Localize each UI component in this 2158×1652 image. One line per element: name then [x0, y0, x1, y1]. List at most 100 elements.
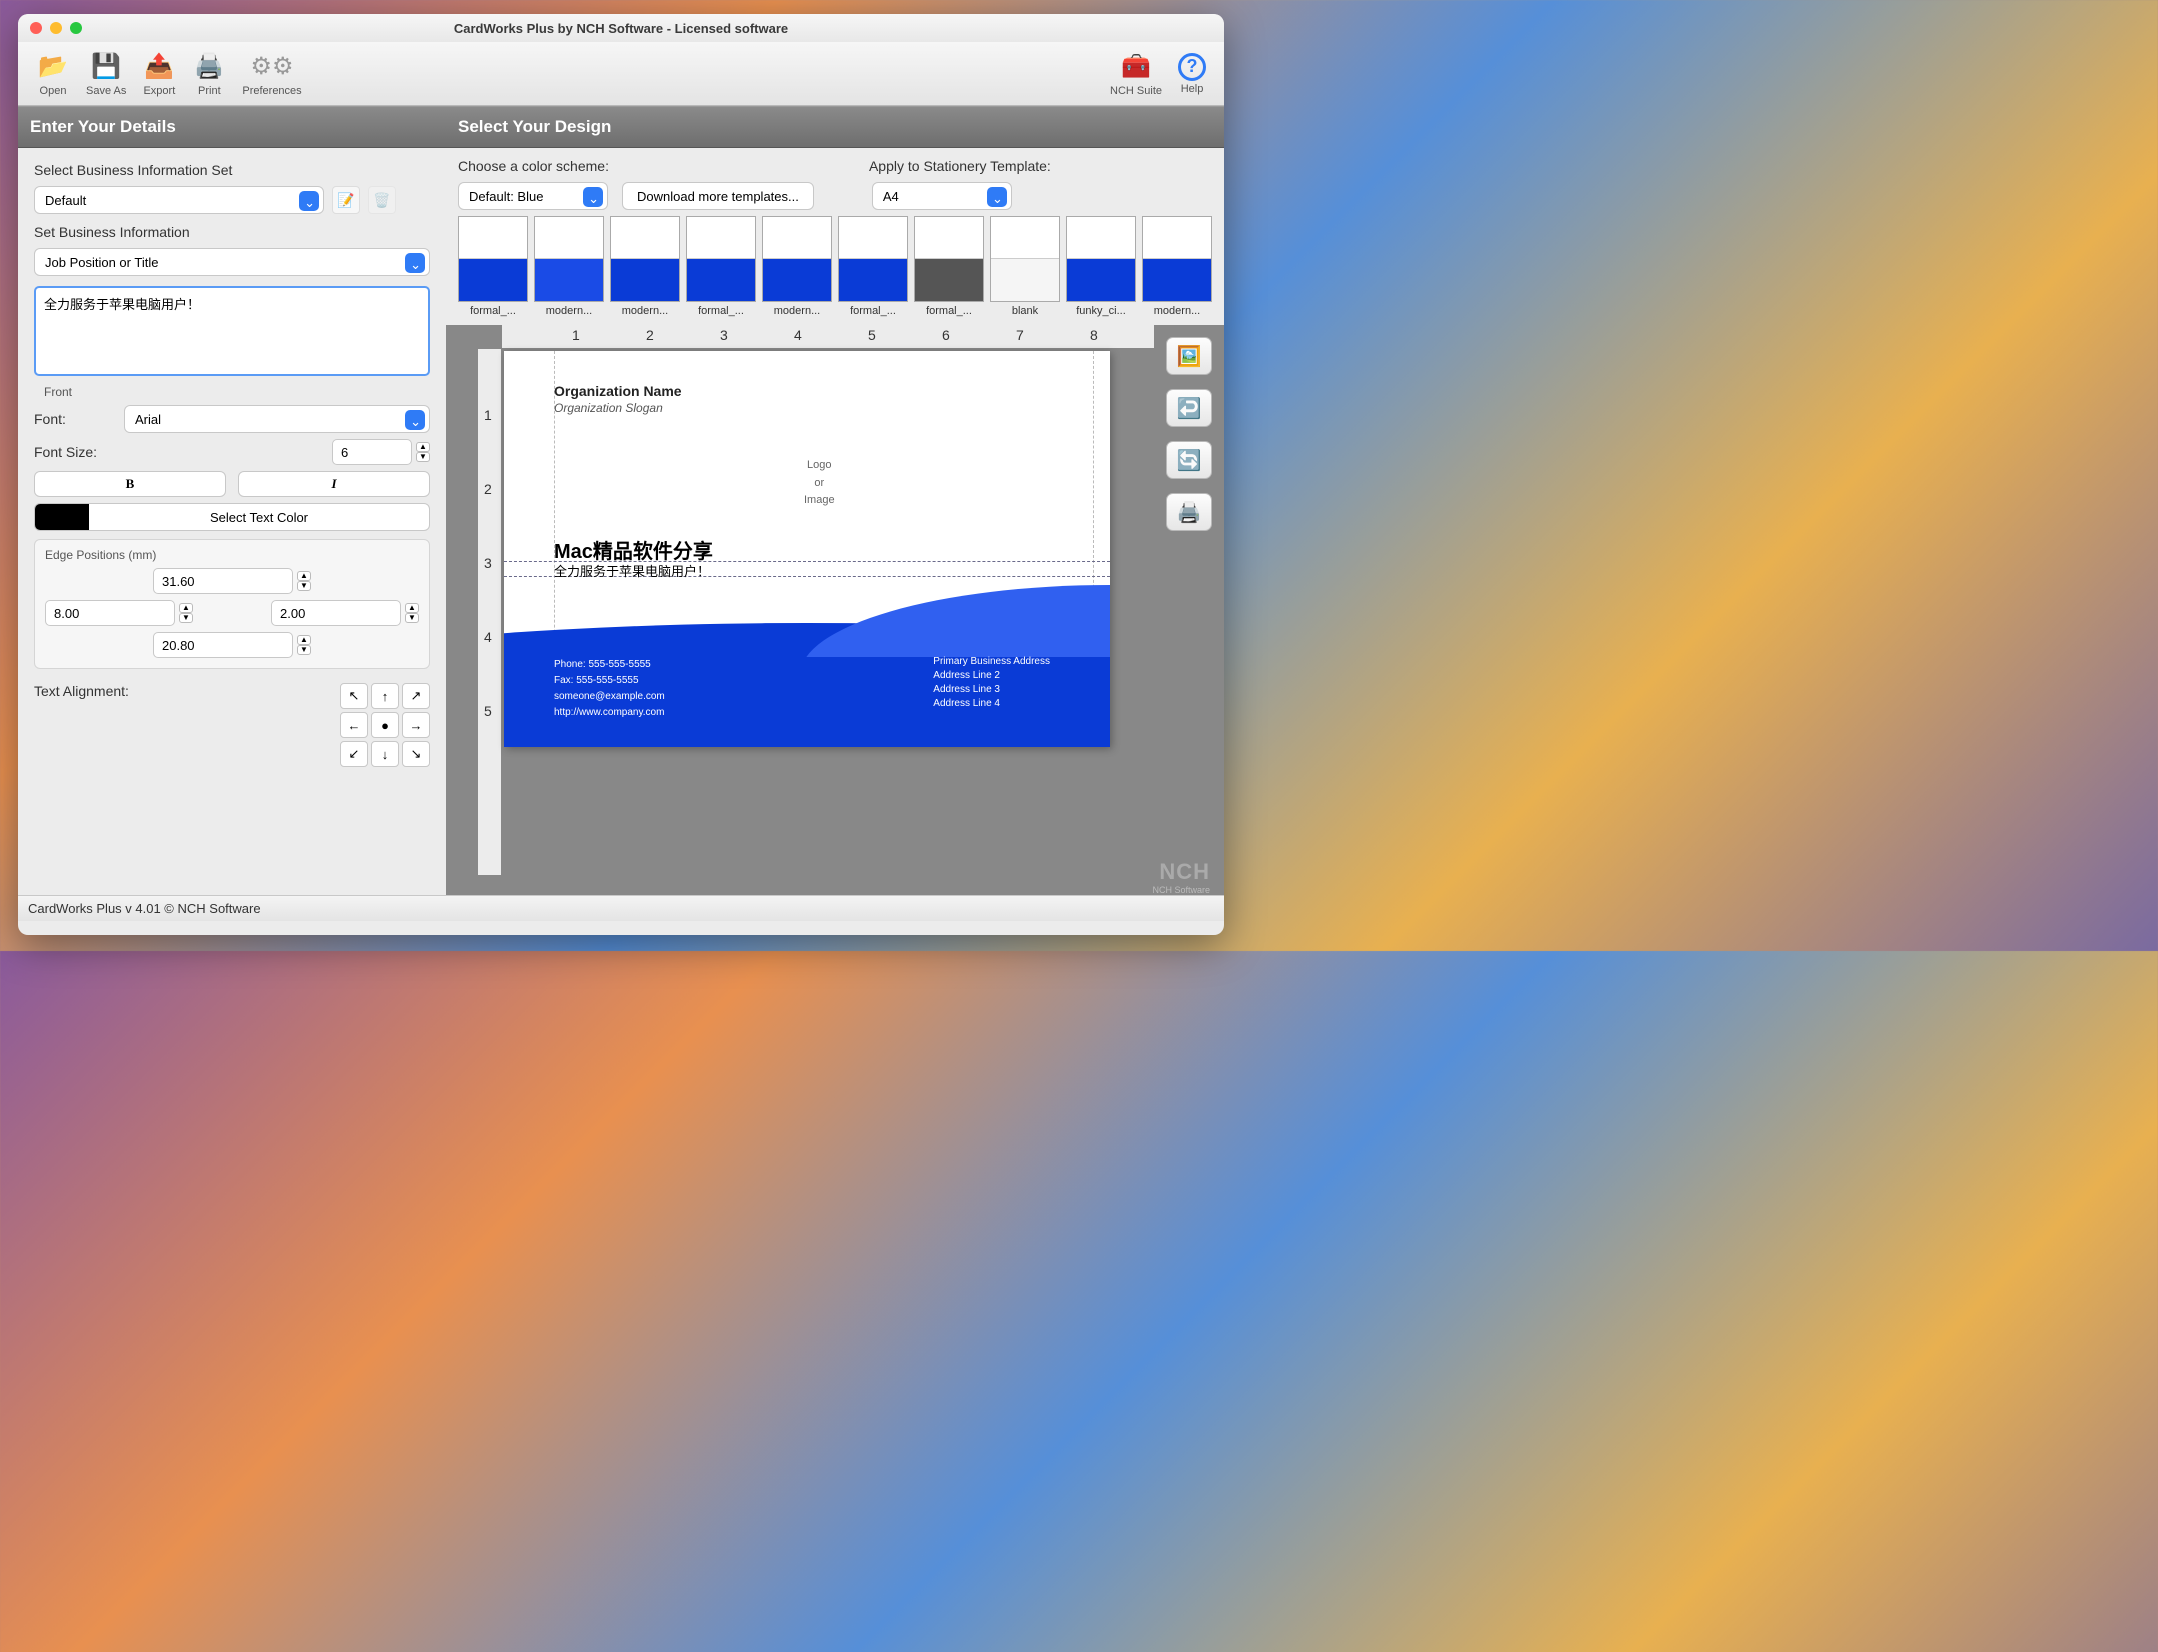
color-scheme-label: Choose a color scheme: — [458, 158, 609, 174]
color-swatch — [35, 504, 89, 530]
chevron-down-icon: ⌄ — [410, 414, 421, 430]
print-preview-button[interactable]: 🖨️ — [1166, 493, 1212, 531]
chevron-down-icon: ⌄ — [992, 191, 1003, 207]
template-thumbnails: formal_...modern...modern...formal_...mo… — [458, 216, 1212, 317]
saveas-button[interactable]: 💾 Save As — [78, 51, 134, 97]
slogan-selected[interactable]: 全力服务于苹果电脑用户！ — [554, 561, 710, 580]
main-title[interactable]: Mac精品软件分享 — [554, 535, 713, 564]
org-slogan[interactable]: Organization Slogan — [554, 401, 663, 415]
edge-positions-group: Edge Positions (mm) ▲▼ ▲▼ ▲▼ ▲▼ — [34, 539, 430, 669]
align-ml[interactable]: ← — [340, 712, 368, 738]
delete-set-button[interactable]: 🗑️ — [368, 186, 396, 214]
template-thumb[interactable]: blank — [990, 216, 1060, 317]
align-br[interactable]: ↘ — [402, 741, 430, 767]
italic-button[interactable]: I — [238, 471, 430, 497]
right-panel: Select Your Design Choose a color scheme… — [446, 106, 1224, 895]
address-block[interactable]: Primary Business Address Address Line 2 … — [933, 655, 1050, 711]
template-thumb[interactable]: modern... — [762, 216, 832, 317]
preferences-button[interactable]: ⚙︎⚙︎ Preferences — [234, 51, 309, 97]
titlebar: CardWorks Plus by NCH Software - License… — [18, 14, 1224, 42]
toolbox-icon: 🧰 — [1119, 51, 1153, 83]
font-label: Font: — [34, 411, 114, 427]
stepper[interactable]: ▲▼ — [405, 603, 419, 623]
edge-top-input[interactable] — [153, 568, 293, 594]
align-tl[interactable]: ↖ — [340, 683, 368, 709]
printer-icon: 🖨️ — [192, 51, 226, 83]
edge-bottom-input[interactable] — [153, 632, 293, 658]
template-thumb[interactable]: modern... — [610, 216, 680, 317]
font-size-input[interactable]: 6 — [332, 439, 412, 465]
new-template-button[interactable]: 🖼️ — [1166, 337, 1212, 375]
template-thumb[interactable]: formal_... — [914, 216, 984, 317]
ruler-vertical: 12345 — [478, 349, 502, 875]
folder-open-icon: 📂 — [36, 51, 70, 83]
template-label: Apply to Stationery Template: — [869, 158, 1051, 174]
template-thumb[interactable]: formal_... — [458, 216, 528, 317]
align-tc[interactable]: ↑ — [371, 683, 399, 709]
logo-placeholder[interactable]: Logo or Image — [804, 457, 835, 510]
help-icon: ? — [1178, 53, 1206, 81]
select-info-set-label: Select Business Information Set — [34, 162, 430, 178]
chevron-down-icon: ⌄ — [304, 195, 315, 211]
download-more-button[interactable]: Download more templates... — [622, 182, 814, 210]
edge-left-input[interactable] — [45, 600, 175, 626]
edit-set-button[interactable]: 📝 — [332, 186, 360, 214]
set-info-label: Set Business Information — [34, 224, 430, 240]
template-thumb[interactable]: modern... — [534, 216, 604, 317]
template-thumb[interactable]: modern... — [1142, 216, 1212, 317]
align-tr[interactable]: ↗ — [402, 683, 430, 709]
template-thumb[interactable]: formal_... — [838, 216, 908, 317]
nch-logo-sub: NCH Software — [1152, 885, 1210, 895]
bold-button[interactable]: B — [34, 471, 226, 497]
edge-positions-title: Edge Positions (mm) — [45, 548, 419, 562]
chevron-down-icon: ⌄ — [588, 191, 599, 207]
left-panel: Enter Your Details Select Business Infor… — [18, 106, 446, 895]
align-bl[interactable]: ↙ — [340, 741, 368, 767]
font-size-stepper[interactable]: ▲▼ — [416, 442, 430, 462]
export-icon: 📤 — [142, 51, 176, 83]
text-alignment-label: Text Alignment: — [34, 683, 330, 699]
org-name[interactable]: Organization Name — [554, 383, 682, 399]
status-text: CardWorks Plus v 4.01 © NCH Software — [28, 901, 261, 916]
gear-icon: ⚙︎⚙︎ — [255, 51, 289, 83]
canvas-area[interactable]: 12345678 12345 Organization Name Organiz… — [446, 325, 1224, 895]
status-bar: CardWorks Plus v 4.01 © NCH Software — [18, 895, 1224, 921]
align-bc[interactable]: ↓ — [371, 741, 399, 767]
align-mc[interactable]: ● — [371, 712, 399, 738]
undo-button[interactable]: ↩️ — [1166, 389, 1212, 427]
card-preview[interactable]: Organization Name Organization Slogan Lo… — [504, 351, 1110, 747]
ruler-horizontal: 12345678 — [502, 325, 1154, 349]
front-tab[interactable]: Front — [44, 385, 430, 399]
field-select[interactable]: Job Position or Title ⌄ — [34, 248, 430, 276]
print-button[interactable]: 🖨️ Print — [184, 51, 234, 97]
contact-block[interactable]: Phone: 555-555-5555 Fax: 555-555-5555 so… — [554, 657, 665, 721]
template-thumb[interactable]: formal_... — [686, 216, 756, 317]
text-color-button[interactable]: Select Text Color — [34, 503, 430, 531]
left-panel-header: Enter Your Details — [18, 106, 446, 148]
template-thumb[interactable]: funky_ci... — [1066, 216, 1136, 317]
stepper[interactable]: ▲▼ — [179, 603, 193, 623]
color-scheme-select[interactable]: Default: Blue ⌄ — [458, 182, 608, 210]
field-value-textarea[interactable]: 全力服务于苹果电脑用户！ — [34, 286, 430, 376]
canvas-side-buttons: 🖼️ ↩️ 🔄 🖨️ — [1166, 337, 1212, 531]
open-button[interactable]: 📂 Open — [28, 51, 78, 97]
toolbar: 📂 Open 💾 Save As 📤 Export 🖨️ Print ⚙︎⚙︎ … — [18, 42, 1224, 106]
app-window: CardWorks Plus by NCH Software - License… — [18, 14, 1224, 935]
info-set-select[interactable]: Default ⌄ — [34, 186, 324, 214]
save-icon: 💾 — [89, 51, 123, 83]
text-alignment-grid: ↖ ↑ ↗ ← ● → ↙ ↓ ↘ — [340, 683, 430, 767]
help-button[interactable]: ? Help — [1170, 53, 1214, 95]
stationery-template-select[interactable]: A4 ⌄ — [872, 182, 1012, 210]
align-mr[interactable]: → — [402, 712, 430, 738]
export-button[interactable]: 📤 Export — [134, 51, 184, 97]
font-select[interactable]: Arial ⌄ — [124, 405, 430, 433]
stepper[interactable]: ▲▼ — [297, 635, 311, 655]
window-title: CardWorks Plus by NCH Software - License… — [18, 21, 1224, 36]
rotate-button[interactable]: 🔄 — [1166, 441, 1212, 479]
nch-suite-button[interactable]: 🧰 NCH Suite — [1102, 51, 1170, 97]
nch-logo: NCH — [1159, 859, 1210, 885]
stepper[interactable]: ▲▼ — [297, 571, 311, 591]
right-panel-header: Select Your Design — [446, 106, 1224, 148]
edge-right-input[interactable] — [271, 600, 401, 626]
font-size-label: Font Size: — [34, 444, 114, 460]
